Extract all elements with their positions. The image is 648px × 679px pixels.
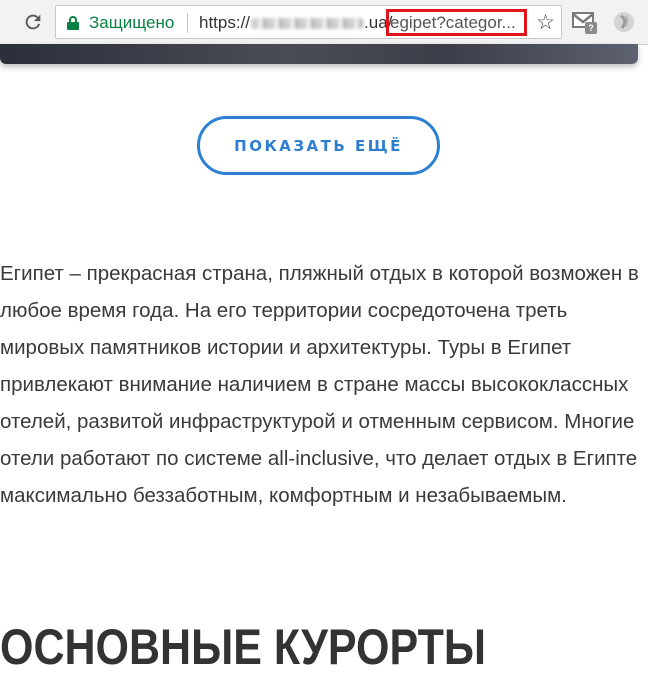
url-prefix: https:// [199,13,251,32]
browser-toolbar: Защищено https://.ua/ egipet?categor... … [0,0,648,45]
description-text: Египет – прекрасная страна, пляжный отды… [0,262,639,507]
extension-icon[interactable] [613,11,635,33]
reload-icon[interactable] [20,9,46,35]
url-redacted-domain [251,18,364,30]
url-path: egipet?categor... [390,13,516,32]
security-label[interactable]: Защищено [89,13,174,33]
section-heading: ОСНОВНЫЕ КУРОРТЫ [0,619,486,675]
star-icon[interactable]: ☆ [536,10,555,35]
address-separator [187,13,188,33]
show-more-button[interactable]: ПОКАЗАТЬ ЕЩЁ [197,116,440,175]
address-bar[interactable]: Защищено https://.ua/ egipet?categor... … [55,5,562,39]
gmail-extension-icon[interactable]: ? [572,11,597,34]
gmail-badge: ? [585,22,597,34]
url-path-highlight: egipet?categor... [386,9,527,36]
url-text[interactable]: https://.ua/ [199,13,392,33]
hero-image-bottom [0,44,638,64]
lock-icon [67,16,79,30]
